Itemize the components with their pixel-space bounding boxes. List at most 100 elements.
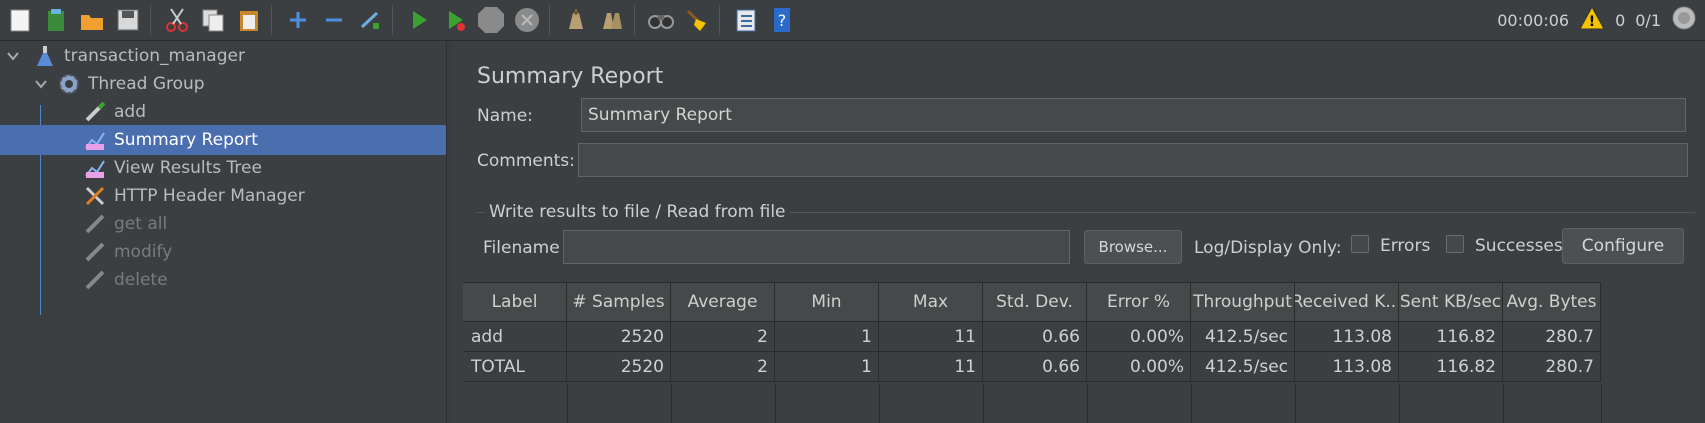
file-group-title: Write results to file / Read from file — [485, 202, 790, 222]
collapse-icon[interactable] — [318, 4, 350, 36]
tools-icon — [82, 183, 108, 209]
tree-item-label: transaction_manager — [64, 46, 245, 66]
table-cell: 0.66 — [983, 352, 1087, 382]
name-field[interactable]: Summary Report — [581, 98, 1686, 132]
results-table[interactable]: Label # Samples Average Min Max Std. Dev… — [463, 282, 1705, 423]
tree-item-modify[interactable]: modify — [0, 237, 446, 267]
tree-item-label: View Results Tree — [114, 158, 262, 178]
table-row[interactable]: TOTAL 2520 2 1 11 0.66 0.00% 412.5/sec 1… — [463, 352, 1601, 382]
tree-item-test-plan[interactable]: transaction_manager — [0, 41, 446, 71]
active-threads: 0/1 — [1635, 10, 1661, 30]
toolbar-separator — [271, 5, 272, 35]
clear-icon[interactable] — [560, 4, 592, 36]
table-cell: 280.7 — [1503, 352, 1601, 382]
svg-text:?: ? — [778, 11, 787, 30]
column-header[interactable]: # Samples — [567, 283, 671, 321]
column-header[interactable]: Throughput — [1191, 283, 1295, 321]
column-header[interactable]: Max — [879, 283, 983, 321]
column-header[interactable]: Received K... — [1295, 283, 1399, 321]
column-header[interactable]: Std. Dev. — [983, 283, 1087, 321]
table-column-fill — [567, 384, 672, 423]
templates-icon[interactable] — [40, 4, 72, 36]
tree-item-view-results-tree[interactable]: View Results Tree — [0, 153, 446, 183]
name-label: Name: — [477, 106, 533, 126]
chart-icon — [82, 155, 108, 181]
tree-item-add[interactable]: add — [0, 97, 446, 127]
table-column-fill — [1295, 384, 1400, 423]
table-column-fill — [1087, 384, 1192, 423]
tree-item-summary-report[interactable]: Summary Report — [0, 125, 446, 155]
successes-checkbox[interactable] — [1446, 235, 1464, 253]
toolbar: ? 00:00:06 ! 0 0/1 — [0, 0, 1705, 41]
tree-item-label: Summary Report — [114, 130, 258, 150]
table-cell: 280.7 — [1503, 322, 1601, 352]
test-plan-tree[interactable]: transaction_manager Thread Group add Sum… — [0, 41, 446, 423]
test-plan-icon — [32, 43, 58, 69]
shutdown-icon[interactable] — [511, 4, 543, 36]
chart-icon — [82, 127, 108, 153]
tree-item-http-header-manager[interactable]: HTTP Header Manager — [0, 181, 446, 211]
tree-item-label: HTTP Header Manager — [114, 186, 305, 206]
table-cell: 1 — [775, 352, 879, 382]
expand-icon[interactable] — [282, 4, 314, 36]
start-no-pauses-icon[interactable] — [439, 4, 471, 36]
warning-icon[interactable]: ! — [1579, 5, 1605, 34]
toggle-icon[interactable] — [354, 4, 386, 36]
search-icon[interactable] — [645, 4, 677, 36]
stop-icon[interactable] — [475, 4, 507, 36]
toolbar-separator — [549, 5, 550, 35]
table-column-fill — [671, 384, 776, 423]
column-header[interactable]: Avg. Bytes — [1503, 283, 1601, 321]
tree-item-label: get all — [114, 214, 168, 234]
paste-icon[interactable] — [233, 4, 265, 36]
chevron-down-icon[interactable] — [34, 77, 48, 91]
gear-icon — [56, 71, 82, 97]
toolbar-separator — [719, 5, 720, 35]
browse-button[interactable]: Browse... — [1084, 230, 1182, 264]
new-icon[interactable] — [4, 4, 36, 36]
save-icon[interactable] — [112, 4, 144, 36]
tree-item-thread-group[interactable]: Thread Group — [0, 69, 446, 99]
tree-item-label: delete — [114, 270, 168, 290]
elapsed-timer: 00:00:06 — [1497, 10, 1570, 30]
table-row[interactable]: add 2520 2 1 11 0.66 0.00% 412.5/sec 113… — [463, 322, 1601, 352]
column-header[interactable]: Label — [463, 283, 567, 321]
comments-field[interactable] — [578, 143, 1688, 177]
errors-label: Errors — [1380, 236, 1431, 256]
table-column-fill — [775, 384, 880, 423]
log-display-label: Log/Display Only: — [1194, 238, 1342, 258]
split-pane-divider[interactable] — [446, 41, 453, 423]
table-cell: 116.82 — [1399, 322, 1503, 352]
help-icon[interactable]: ? — [766, 4, 798, 36]
filename-field[interactable] — [563, 230, 1070, 264]
reset-search-icon[interactable] — [681, 4, 713, 36]
table-cell: TOTAL — [463, 352, 567, 382]
start-icon[interactable] — [403, 4, 435, 36]
tree-item-get-all[interactable]: get all — [0, 209, 446, 239]
chevron-down-icon[interactable] — [6, 49, 20, 63]
function-helper-icon[interactable] — [730, 4, 762, 36]
toolbar-separator — [392, 5, 393, 35]
toolbar-separator — [634, 5, 635, 35]
pipette-icon — [82, 239, 108, 265]
pipette-icon — [82, 99, 108, 125]
clear-all-icon[interactable] — [596, 4, 628, 36]
pipette-icon — [82, 267, 108, 293]
column-header[interactable]: Min — [775, 283, 879, 321]
table-column-fill — [1191, 384, 1296, 423]
column-header[interactable]: Sent KB/sec — [1399, 283, 1503, 321]
configure-button[interactable]: Configure — [1562, 228, 1684, 264]
copy-icon[interactable] — [197, 4, 229, 36]
svg-text:!: ! — [1589, 14, 1595, 30]
warning-count: 0 — [1615, 10, 1626, 30]
table-cell: 2520 — [567, 322, 671, 352]
tree-item-delete[interactable]: delete — [0, 265, 446, 295]
table-cell: add — [463, 322, 567, 352]
errors-checkbox[interactable] — [1351, 235, 1369, 253]
column-header[interactable]: Average — [671, 283, 775, 321]
column-header[interactable]: Error % — [1087, 283, 1191, 321]
open-icon[interactable] — [76, 4, 108, 36]
cut-icon[interactable] — [161, 4, 193, 36]
tree-item-label: Thread Group — [88, 74, 205, 94]
table-cell: 0.00% — [1087, 322, 1191, 352]
